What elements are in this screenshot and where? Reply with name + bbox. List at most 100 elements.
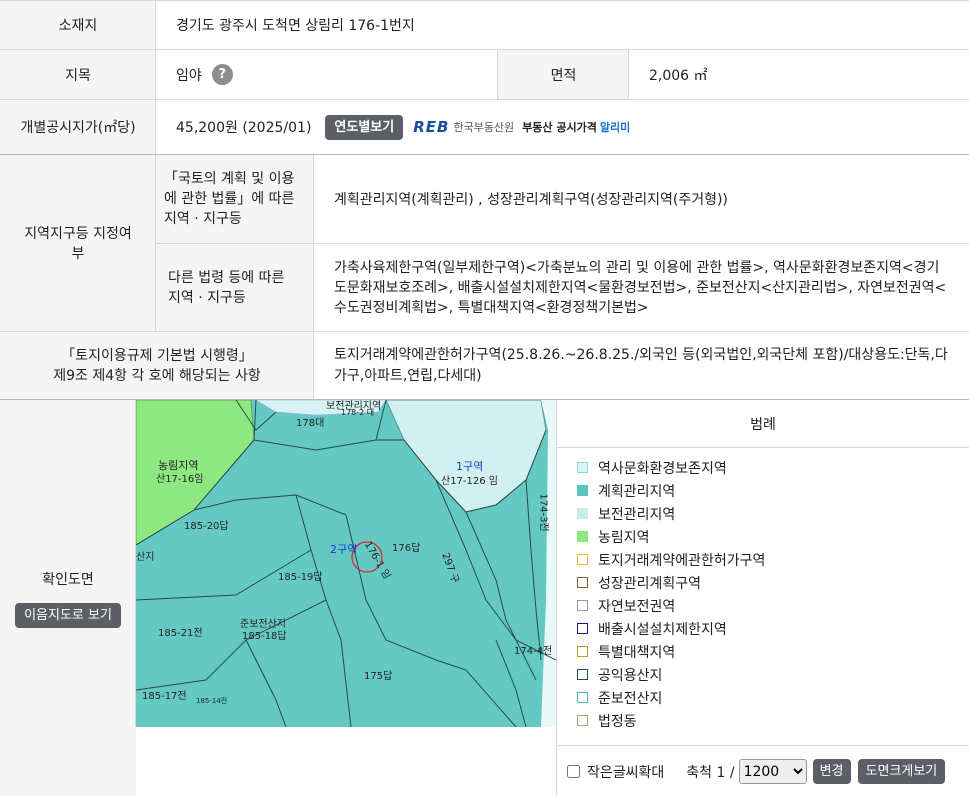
legend-list: 역사문화환경보존지역계획관리지역보전관리지역농림지역토지거래계약에관한허가구역성… <box>557 448 969 732</box>
map-row: 확인도면 이음지도로 보기 보전관리지역 178-2 대 178대 농림지역 산… <box>0 399 969 796</box>
legend-item: 준보전산지 <box>577 686 969 709</box>
legend-item: 배출시설설치제한지역 <box>577 617 969 640</box>
price-label: 개별공시지가(㎡당) <box>0 100 156 154</box>
small-font-label[interactable]: 작은글씨확대 <box>587 762 664 782</box>
price-value: 45,200원 (2025/01) <box>176 120 312 136</box>
map-label-nongrim-sub: 산17-16임 <box>156 474 204 485</box>
reb-alert: 알리미 <box>599 121 631 134</box>
legend-label: 준보전산지 <box>598 690 663 707</box>
enlarge-map-button[interactable]: 도면크게보기 <box>857 759 946 784</box>
legend-swatch-icon <box>577 531 588 542</box>
zoning-national-value: 계획관리지역(계획관리) , 성장관리계획구역(성장관리지역(주거형)) <box>334 192 728 208</box>
legend-swatch-icon <box>577 462 588 473</box>
legend-swatch-icon <box>577 669 588 680</box>
legend-item: 법정동 <box>577 709 969 732</box>
land-category-row: 지목 임야 ? 면적 2,006 ㎡ <box>0 49 969 99</box>
legend-item: 자연보전권역 <box>577 594 969 617</box>
land-category-value: 임야 <box>176 67 202 84</box>
legend-label: 특별대책지역 <box>598 644 676 661</box>
map-label-zone2: 2구역 <box>330 543 358 556</box>
legend-item: 보전관리지역 <box>577 502 969 525</box>
regulation-label-cell: 「토지이용규제 기본법 시행령」 제9조 제4항 각 호에 해당되는 사항 <box>0 332 314 399</box>
area-value: 2,006 ㎡ <box>628 50 969 99</box>
yearly-view-button[interactable]: 연도별보기 <box>325 114 404 140</box>
zoning-other-value-cell: 가축사육제한구역(일부제한구역)<가축분뇨의 관리 및 이용에 관한 법률>, … <box>313 243 969 331</box>
legend-item: 농림지역 <box>577 525 969 548</box>
legend-label: 배출시설설치제한지역 <box>598 621 727 638</box>
map-svg <box>136 400 556 727</box>
location-value: 경기도 광주시 도척면 상림리 176-1번지 <box>155 1 969 49</box>
map-label-185-20: 185-20답 <box>184 521 229 532</box>
reb-org: 한국부동산원 <box>453 121 515 134</box>
reb-logo-icon: REB <box>413 118 450 136</box>
zoning-label: 지역지구등 지정여부 <box>0 155 156 331</box>
zoning-other-label: 다른 법령 등에 따른 지역 · 지구등 <box>168 269 285 306</box>
zoning-national-sub: 「국토의 계획 및 이용 에 관한 법률」에 따른 지역 · 지구등 <box>155 155 314 243</box>
map-controls: 작은글씨확대 축척 1 / 1200 변경 도면크게보기 <box>556 745 969 796</box>
legend-label: 성장관리계획구역 <box>598 575 702 592</box>
help-icon[interactable]: ? <box>211 64 233 85</box>
legend-item: 성장관리계획구역 <box>577 571 969 594</box>
map-label-175: 175답 <box>364 671 393 682</box>
legend-item: 역사문화환경보존지역 <box>577 456 969 479</box>
legend-item: 토지거래계약에관한허가구역 <box>577 548 969 571</box>
legend-title: 범례 <box>557 400 969 448</box>
price-cell: 45,200원 (2025/01) 연도별보기 REB 한국부동산원 부동산 공… <box>155 100 969 154</box>
map-label-top-sub: 178-2 대 <box>341 408 375 417</box>
reb-link[interactable]: REB 한국부동산원 부동산 공시가격 알리미 <box>413 118 630 136</box>
regulation-value: 토지거래계약에관한허가구역(25.8.26.~26.8.25./외국인 등(외국… <box>334 346 948 384</box>
map-label-185-small: 185-14전 <box>196 697 228 705</box>
map-image[interactable]: 보전관리지역 178-2 대 178대 농림지역 산17-16임 1구역 산17… <box>135 400 556 727</box>
area-label: 면적 <box>497 50 629 99</box>
change-scale-button[interactable]: 변경 <box>812 759 851 784</box>
legend-swatch-icon <box>577 577 588 588</box>
legend-swatch-icon <box>577 554 588 565</box>
map-label-left-frag: 산지 <box>136 552 155 563</box>
legend-label: 보전관리지역 <box>598 506 676 523</box>
price-row: 개별공시지가(㎡당) 45,200원 (2025/01) 연도별보기 REB 한… <box>0 99 969 154</box>
map-label-185-18: 185-18답 <box>242 631 287 642</box>
map-label-zone1-sub: 산17-126 임 <box>441 476 498 487</box>
legend-swatch-icon <box>577 646 588 657</box>
map-label-185-21: 185-21전 <box>158 628 203 639</box>
legend-swatch-icon <box>577 600 588 611</box>
legend-swatch-icon <box>577 692 588 703</box>
zoning-row: 지역지구등 지정여부 「국토의 계획 및 이용 에 관한 법률」에 따른 지역 … <box>0 154 969 331</box>
legend-label: 농림지역 <box>598 529 650 546</box>
legend-item: 계획관리지역 <box>577 479 969 502</box>
legend-label: 계획관리지역 <box>598 483 676 500</box>
zoning-other-sub: 다른 법령 등에 따른 지역 · 지구등 <box>155 243 314 331</box>
map-label-174-3: 174-3전 <box>537 493 549 532</box>
legend-swatch-icon <box>577 508 588 519</box>
legend-label: 자연보전권역 <box>598 598 676 615</box>
zoning-other-value: 가축사육제한구역(일부제한구역)<가축분뇨의 관리 및 이용에 관한 법률>, … <box>334 259 947 316</box>
map-section-label: 확인도면 <box>42 571 94 588</box>
map-label-174-4: 174-4전 <box>514 646 553 657</box>
zoning-national-label: 「국토의 계획 및 이용 에 관한 법률」에 따른 지역 · 지구등 <box>164 171 295 227</box>
legend-swatch-icon <box>577 623 588 634</box>
legend-label: 법정동 <box>598 713 637 730</box>
eum-map-button[interactable]: 이음지도로 보기 <box>15 602 121 628</box>
land-category-label: 지목 <box>0 50 156 99</box>
regulation-value-cell: 토지거래계약에관한허가구역(25.8.26.~26.8.25./외국인 등(외국… <box>313 332 969 399</box>
map-label-185-19: 185-19답 <box>278 572 323 583</box>
legend-swatch-icon <box>577 715 588 726</box>
small-font-checkbox[interactable] <box>567 765 580 778</box>
legend-item: 공익용산지 <box>577 663 969 686</box>
location-row: 소재지 경기도 광주시 도척면 상림리 176-1번지 <box>0 0 969 49</box>
map-label-185-17: 185-17전 <box>142 691 187 702</box>
scale-label: 축척 1 / <box>686 764 735 781</box>
legend-label: 공익용산지 <box>598 667 663 684</box>
regulation-label: 「토지이용규제 기본법 시행령」 제9조 제4항 각 호에 해당되는 사항 <box>53 347 261 384</box>
land-category-cell: 임야 ? <box>155 50 498 99</box>
map-label-176: 176답 <box>392 543 421 554</box>
legend-label: 토지거래계약에관한허가구역 <box>598 552 766 569</box>
reb-service: 부동산 공시가격 <box>522 121 597 134</box>
legend-swatch-icon <box>577 485 588 496</box>
zoning-national-value-cell: 계획관리지역(계획관리) , 성장관리계획구역(성장관리지역(주거형)) <box>313 155 969 243</box>
legend-panel: 범례 역사문화환경보존지역계획관리지역보전관리지역농림지역토지거래계약에관한허가… <box>556 400 969 745</box>
scale-select[interactable]: 1200 <box>738 759 807 784</box>
map-label-cell: 확인도면 이음지도로 보기 <box>0 400 136 796</box>
legend-item: 특별대책지역 <box>577 640 969 663</box>
regulation-row: 「토지이용규제 기본법 시행령」 제9조 제4항 각 호에 해당되는 사항 토지… <box>0 331 969 399</box>
